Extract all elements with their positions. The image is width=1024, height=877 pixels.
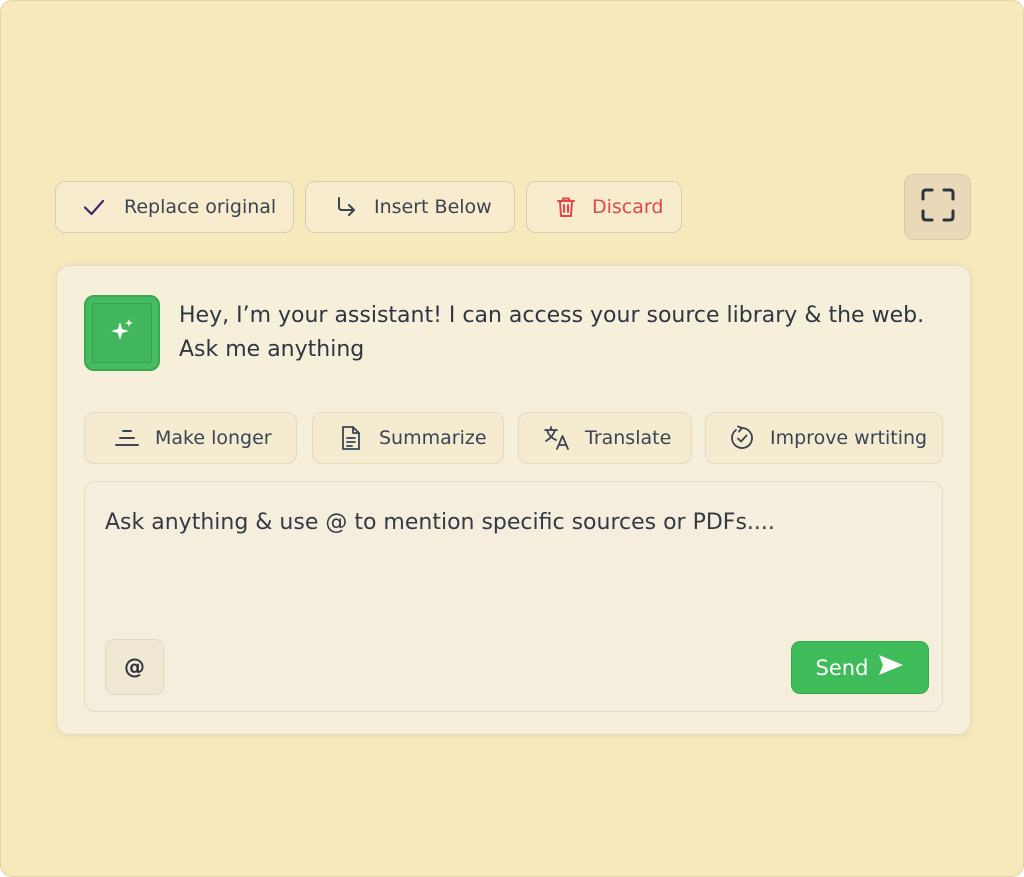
document-icon xyxy=(337,424,365,452)
prompt-input[interactable] xyxy=(105,510,925,535)
translate-icon xyxy=(543,424,571,452)
refresh-check-icon xyxy=(728,424,756,452)
assistant-greeting: Hey, I’m your assistant! I can access yo… xyxy=(179,299,939,367)
send-button[interactable]: Send xyxy=(791,641,929,694)
discard-label: Discard xyxy=(592,196,664,218)
checkmark-icon xyxy=(80,193,108,221)
align-lines-icon xyxy=(113,424,141,452)
greeting-line-2: Ask me anything xyxy=(179,337,365,362)
expand-button[interactable] xyxy=(904,174,971,240)
improve-writing-button[interactable]: Improve wrtiting xyxy=(705,412,943,464)
expand-icon xyxy=(921,188,955,226)
send-label: Send xyxy=(815,655,869,680)
make-longer-button[interactable]: Make longer xyxy=(84,412,297,464)
trash-icon xyxy=(552,193,580,221)
mention-label: @ xyxy=(124,655,145,679)
insert-below-label: Insert Below xyxy=(374,196,492,218)
greeting-line-1: Hey, I’m your assistant! I can access yo… xyxy=(179,303,925,328)
app-window: Replace original Insert Below Discard He… xyxy=(0,0,1024,877)
mention-button[interactable]: @ xyxy=(105,639,164,695)
assistant-card: Hey, I’m your assistant! I can access yo… xyxy=(56,265,971,735)
improve-writing-label: Improve wrtiting xyxy=(770,427,928,449)
summarize-button[interactable]: Summarize xyxy=(312,412,504,464)
send-arrow-icon xyxy=(878,654,904,681)
composer: @ Send xyxy=(84,481,943,712)
make-longer-label: Make longer xyxy=(155,427,272,449)
summarize-label: Summarize xyxy=(379,427,487,449)
insert-below-button[interactable]: Insert Below xyxy=(305,181,515,233)
translate-label: Translate xyxy=(585,427,672,449)
translate-button[interactable]: Translate xyxy=(518,412,692,464)
assistant-avatar xyxy=(84,295,160,371)
replace-original-button[interactable]: Replace original xyxy=(55,181,294,233)
arrow-turn-down-right-icon xyxy=(332,193,360,221)
sparkle-icon xyxy=(107,316,137,350)
replace-original-label: Replace original xyxy=(124,196,277,218)
discard-button[interactable]: Discard xyxy=(526,181,682,233)
